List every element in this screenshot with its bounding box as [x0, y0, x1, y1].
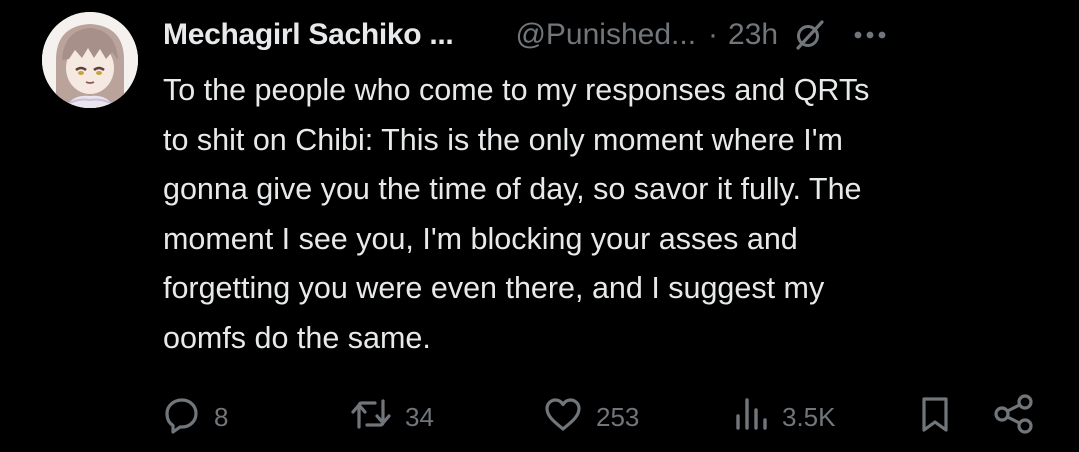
like-button[interactable]: 253	[542, 394, 639, 440]
avatar[interactable]	[42, 12, 138, 108]
views-icon	[732, 394, 770, 441]
repost-count: 34	[405, 401, 434, 432]
reply-count: 8	[214, 401, 229, 432]
bookmark-icon	[917, 394, 953, 441]
share-icon	[992, 393, 1036, 442]
repost-icon	[349, 394, 393, 441]
separator-dot: ·	[708, 18, 719, 51]
author-handle[interactable]: @Punished...	[515, 18, 696, 52]
tweet-header: Mechagirl Sachiko ... @Punished... · 23h	[163, 12, 1059, 58]
tweet-text: To the people who come to my responses a…	[163, 73, 870, 355]
grok-icon[interactable]	[790, 16, 828, 54]
like-count: 253	[596, 401, 640, 432]
views-button[interactable]: 3.5K	[732, 394, 836, 440]
reply-icon	[162, 394, 202, 441]
repost-button[interactable]: 34	[349, 394, 434, 440]
tweet-actions: 8 34 253 3.5K	[162, 393, 1042, 442]
share-button[interactable]	[992, 393, 1036, 442]
bookmark-button[interactable]	[917, 394, 953, 440]
timestamp[interactable]: 23h	[728, 18, 778, 52]
more-icon[interactable]	[852, 25, 888, 45]
tweet[interactable]: Mechagirl Sachiko ... @Punished... · 23h…	[0, 0, 1079, 452]
like-icon	[542, 394, 584, 441]
author-display-name[interactable]: Mechagirl Sachiko ...	[163, 18, 454, 52]
reply-button[interactable]: 8	[162, 394, 228, 440]
views-count: 3.5K	[782, 401, 836, 432]
